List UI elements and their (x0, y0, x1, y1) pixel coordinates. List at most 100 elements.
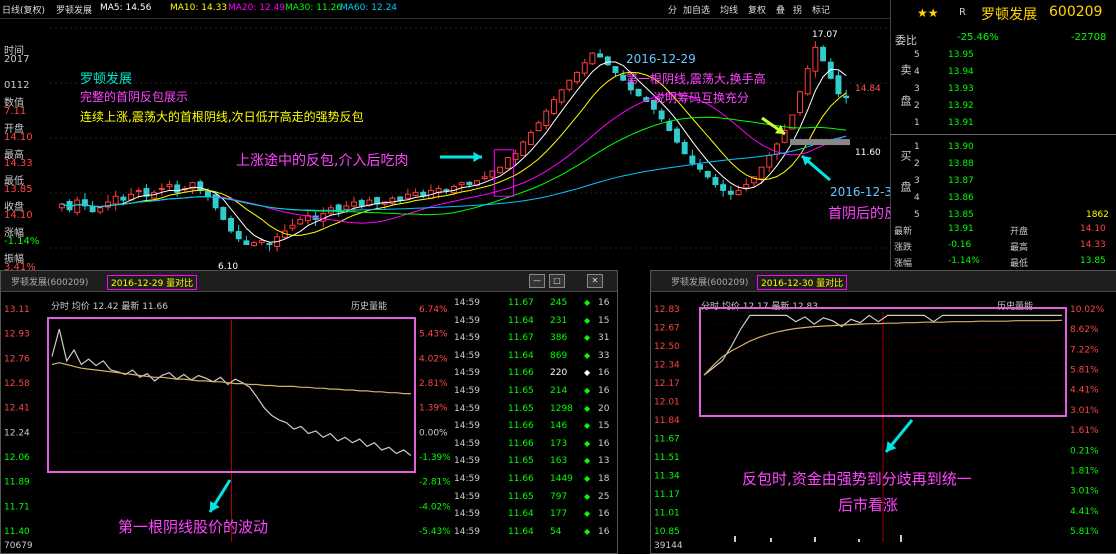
candle-body (220, 206, 227, 220)
stat-label: 涨幅 (894, 259, 913, 269)
candle-body (343, 205, 350, 210)
buy-price: 13.85 (948, 210, 974, 220)
window-titlebar[interactable]: 罗顿发展(600209) 2016-12-29 量对比 — □ ✕ (1, 271, 617, 292)
buy-level: 1 (914, 142, 920, 152)
toolbar-item-0[interactable]: 分 (668, 3, 677, 16)
info-value: 14.10 (4, 210, 33, 221)
daily-kline-chart[interactable] (50, 18, 890, 270)
stat-label: 最低 (1010, 259, 1029, 269)
toolbar-item-4[interactable]: 叠 (776, 3, 785, 16)
direction-icon: ◆ (584, 403, 591, 413)
stat-value: 14.10 (1080, 224, 1106, 234)
candle-body (766, 155, 773, 168)
price-tick: 12.67 (654, 324, 680, 334)
buy-price: 13.86 (948, 193, 974, 203)
annotation-stock-name: 罗顿发展 (80, 72, 133, 87)
price-tick: 11.71 (4, 502, 30, 512)
tick-price: 11.64 (508, 526, 534, 537)
candle-body (228, 217, 234, 232)
volume-bar (858, 539, 860, 542)
candle-body (266, 243, 273, 246)
candle-body (258, 240, 265, 244)
direction-icon: ◆ (584, 456, 591, 466)
period-label[interactable]: 日线(复权) (2, 3, 45, 16)
pct-tick: 1.39% (419, 404, 448, 414)
candle-body (820, 46, 827, 62)
candle-body (535, 122, 542, 132)
current-price-marker (790, 139, 850, 146)
stat-label: 最新 (894, 227, 913, 237)
direction-icon: ◆ (584, 526, 591, 536)
buy-level: 5 (914, 210, 920, 220)
sell-price: 13.95 (948, 50, 974, 60)
bar-info-panel: 时间 2017 0112 数值 7.11 开盘 14.10 最高 14.33 最低 13.85 收盘 1… (0, 18, 50, 273)
toolbar-item-3[interactable]: 复权 (748, 3, 766, 16)
price-tick: 12.06 (4, 453, 30, 463)
candle-body (197, 181, 204, 191)
tick-time: 14:59 (454, 368, 480, 379)
price-axis-label-low: 11.60 (855, 148, 881, 158)
toolbar-item-2[interactable]: 均线 (720, 3, 738, 16)
window-date-title: 2016-12-29 量对比 (107, 275, 198, 290)
tick-time: 14:59 (454, 421, 480, 432)
candle-body (574, 71, 580, 83)
tick-volume: 146 (550, 421, 568, 432)
candle-body (466, 181, 473, 186)
pct-tick: 8.62% (1070, 325, 1099, 335)
annotation-capital-flow-line1: 反包时,资金由强势到分歧再到统一 (742, 470, 972, 488)
annotation-first-bear-line2: 说明筹码互换充分 (653, 91, 750, 105)
stat-value: 14.33 (1080, 240, 1106, 250)
price-tick: 12.01 (654, 398, 680, 408)
sell-price: 13.93 (948, 84, 974, 94)
tick-time: 14:59 (454, 403, 480, 414)
window-titlebar-2[interactable]: 罗顿发展(600209) 2016-12-30 量对比 (651, 271, 1116, 292)
candle-body (443, 189, 450, 192)
info-value: 14.33 (4, 158, 33, 169)
toolbar-item-5[interactable]: 拐 (793, 3, 802, 16)
pct-tick: 5.81% (1070, 527, 1099, 537)
tick-volume: 163 (550, 456, 568, 467)
tick-count: 25 (598, 491, 610, 502)
minimize-button[interactable]: — (529, 274, 545, 288)
arrow-midrise-head (473, 151, 482, 163)
candle-body (589, 52, 596, 65)
tick-time: 14:59 (454, 456, 480, 467)
pct-tick: 3.01% (1070, 487, 1099, 497)
sell-level: 5 (914, 50, 920, 60)
toolbar-item-6[interactable]: 标记 (812, 3, 830, 16)
pct-tick: -4.02% (419, 502, 450, 512)
tick-time: 14:59 (454, 509, 480, 520)
tick-price: 11.65 (508, 403, 534, 414)
price-tick: 12.93 (4, 330, 30, 340)
toolbar-item-1[interactable]: 加自选 (683, 3, 710, 16)
maximize-button[interactable]: □ (549, 274, 565, 288)
candle-body (397, 196, 404, 201)
tick-price: 11.65 (508, 456, 534, 467)
tick-price: 11.67 (508, 333, 534, 344)
info-value: 0112 (4, 80, 30, 91)
candle-body (658, 110, 665, 120)
buy-volume: 1862 (1086, 210, 1109, 220)
candle-body (243, 240, 250, 246)
close-button[interactable]: ✕ (587, 274, 603, 288)
buy-price: 13.90 (948, 142, 974, 152)
tick-price: 11.67 (508, 298, 534, 308)
buy-level: 4 (914, 193, 920, 203)
tick-time: 14:59 (454, 333, 480, 344)
direction-icon: ◆ (584, 386, 591, 395)
stat-value: 13.85 (1080, 256, 1106, 266)
tick-count: 15 (598, 421, 610, 432)
top-toolbar: 日线(复权) 罗顿发展 MA5: 14.56 MA10: 14.33 MA20:… (0, 0, 890, 19)
intraday-chart-1229[interactable]: 13.11 12.93 12.76 12.58 12.41 12.24 12.06 11.89… (0, 290, 450, 552)
tick-count: 16 (598, 368, 610, 379)
buy-level: 3 (914, 176, 920, 186)
tick-volume: 231 (550, 315, 568, 326)
order-book-rows: 5 13.95 4 13.94 3 13.93 2 13.92 1 13.91 1 13.90 2 13.… (890, 0, 1116, 272)
pct-tick: 7.22% (1070, 345, 1099, 355)
candle-body (251, 242, 258, 247)
tick-count: 18 (598, 474, 610, 484)
price-tick: 10.85 (654, 527, 680, 537)
tick-time: 14:59 (454, 526, 480, 537)
annotation-title: 完整的首阴反包展示 (80, 90, 189, 104)
candle-body (112, 195, 119, 205)
